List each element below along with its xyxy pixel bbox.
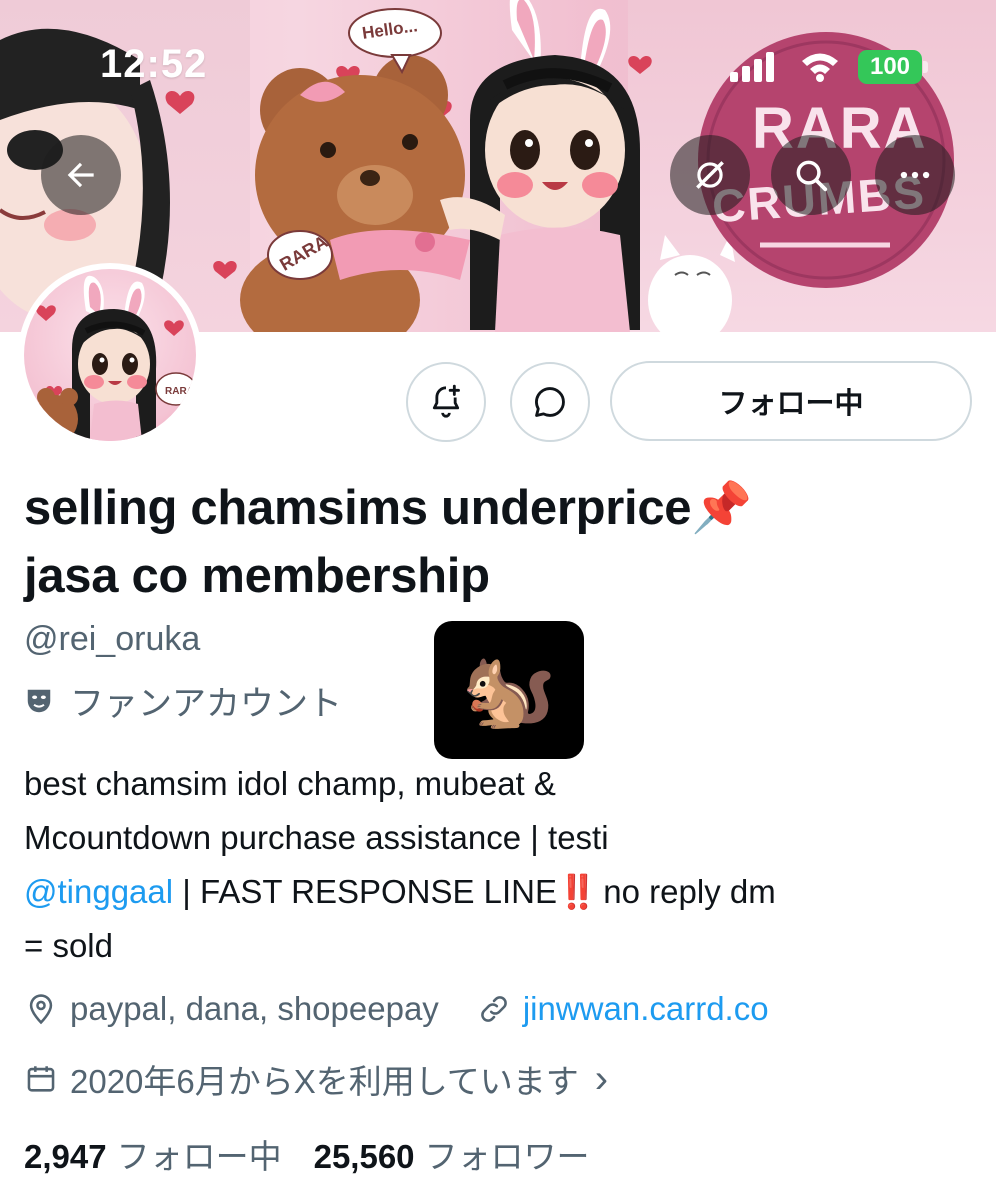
- more-button[interactable]: [875, 135, 955, 215]
- avatar-illustration: RARA: [34, 275, 196, 441]
- bio-mention-link[interactable]: @tinggaal: [24, 873, 173, 910]
- display-name-line1: selling chamsims underprice: [24, 481, 692, 535]
- search-icon: [796, 160, 828, 192]
- follow-stats: 2,947 フォロー中 25,560 フォロワー: [24, 1130, 622, 1178]
- grok-button[interactable]: [670, 135, 750, 215]
- cellular-signal-icon: [730, 52, 774, 82]
- arrow-left-icon: [67, 162, 94, 188]
- display-name: selling chamsims underprice📌 jasa co mem…: [24, 474, 974, 610]
- link-icon: [481, 996, 507, 1022]
- chipmunk-emoji-overlay: 🐿️: [434, 621, 584, 759]
- category-label: ファンアカウント: [70, 685, 342, 723]
- location-pin-icon: [29, 994, 53, 1025]
- profile-meta-row: paypal, dana, shopeepay jinwwan.carrd.co: [24, 990, 769, 1028]
- followers-label[interactable]: フォロワー: [425, 1130, 590, 1178]
- more-icon: [900, 171, 930, 179]
- chevron-right-icon: ›: [594, 1057, 609, 1101]
- battery-percent: 100: [869, 53, 911, 80]
- bio-line3-end: no reply dm: [594, 873, 776, 910]
- pushpin-emoji: 📌: [691, 481, 752, 535]
- display-name-line2: jasa co membership: [24, 549, 490, 603]
- bell-plus-icon: [432, 384, 460, 418]
- back-button[interactable]: [41, 135, 121, 215]
- following-count[interactable]: 2,947: [24, 1138, 107, 1176]
- search-button[interactable]: [771, 135, 851, 215]
- message-icon: [535, 387, 565, 417]
- followers-count[interactable]: 25,560: [314, 1138, 415, 1176]
- notifications-button[interactable]: [406, 362, 486, 442]
- wifi-icon: [802, 53, 838, 82]
- joined-date-text: 2020年6月からXを利用しています: [70, 1063, 579, 1100]
- website-link[interactable]: jinwwan.carrd.co: [523, 990, 769, 1028]
- theater-mask-icon: [27, 689, 51, 712]
- calendar-icon: [27, 1066, 55, 1092]
- battery-indicator: 100: [858, 50, 928, 84]
- bio-line3: | FAST RESPONSE LINE: [173, 873, 558, 910]
- avatar-image: RARA: [24, 269, 196, 441]
- location-text: paypal, dana, shopeepay: [70, 990, 439, 1027]
- battery-cap: [923, 61, 928, 73]
- profile-avatar[interactable]: RARA: [18, 263, 202, 447]
- joined-date-row[interactable]: 2020年6月からXを利用しています ›: [24, 1055, 608, 1103]
- avatar-rara-text: RARA: [165, 386, 194, 397]
- double-exclamation-emoji: ‼️: [557, 873, 598, 910]
- username-handle: @rei_oruka: [24, 620, 201, 658]
- bio-line1: best chamsim idol champ, mubeat &: [24, 765, 556, 802]
- bio-line4: = sold: [24, 927, 113, 964]
- grok-icon: [696, 161, 724, 189]
- bio-line2: Mcountdown purchase assistance | testi: [24, 819, 609, 856]
- following-button[interactable]: フォロー中: [610, 361, 972, 441]
- profile-category: ファンアカウント: [24, 676, 342, 725]
- message-button[interactable]: [510, 362, 590, 442]
- following-label[interactable]: フォロー中: [117, 1130, 282, 1178]
- profile-bio: best chamsim idol champ, mubeat & Mcount…: [24, 757, 974, 973]
- status-time: 12:52: [100, 42, 208, 86]
